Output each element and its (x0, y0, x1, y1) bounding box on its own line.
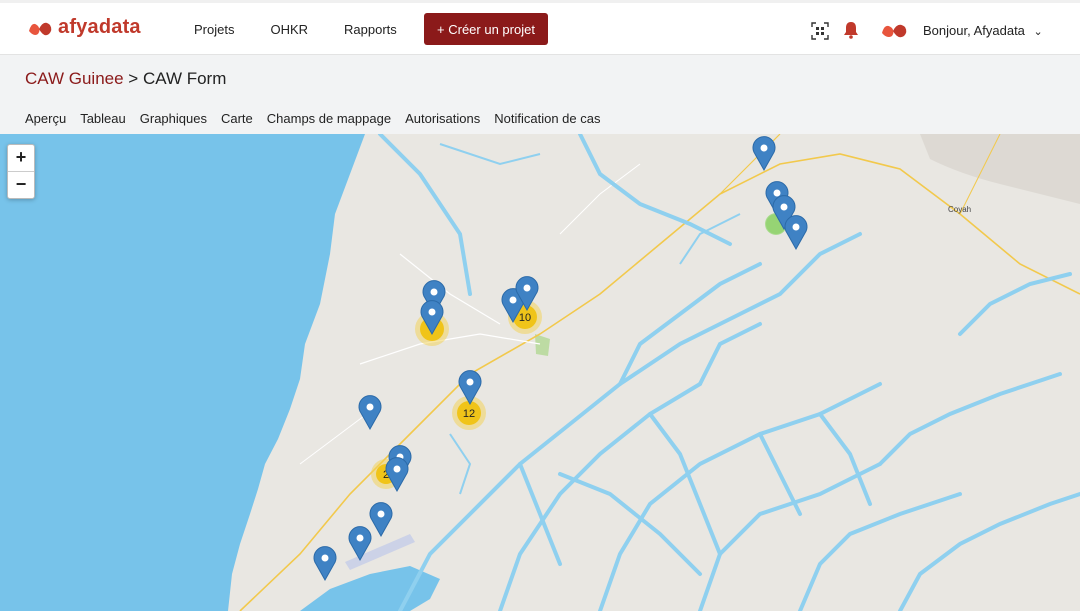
tab-notification-de-cas[interactable]: Notification de cas (494, 111, 600, 126)
zoom-in-button[interactable]: + (8, 145, 34, 171)
breadcrumb: CAW Guinee > CAW Form (25, 69, 226, 89)
svg-text:12: 12 (463, 408, 475, 420)
breadcrumb-project-link[interactable]: CAW Guinee (25, 69, 124, 88)
brand-name: afyadata (58, 16, 141, 38)
map-view[interactable]: 10 12 2 Coyah + − (0, 134, 1080, 611)
nav-ohkr[interactable]: OHKR (270, 22, 308, 37)
afyadata-logo-icon (29, 22, 52, 35)
create-project-button[interactable]: + Créer un projet (424, 13, 548, 45)
nav-projets[interactable]: Projets (194, 22, 234, 37)
qr-scan-icon[interactable] (811, 22, 829, 40)
svg-text:10: 10 (519, 312, 531, 324)
tab-carte[interactable]: Carte (221, 111, 253, 126)
zoom-out-button[interactable]: − (8, 171, 34, 198)
map-canvas[interactable]: 10 12 2 Coyah (0, 134, 1080, 611)
avatar[interactable] (879, 19, 909, 41)
top-navbar: afyadata Projets OHKR Rapports + Créer u… (0, 0, 1080, 55)
brand-logo[interactable]: afyadata (26, 16, 141, 39)
tab-tableau[interactable]: Tableau (80, 111, 126, 126)
main-nav: Projets OHKR Rapports (194, 22, 433, 37)
user-greeting: Bonjour, Afyadata (923, 23, 1025, 38)
chevron-down-icon: ⌄ (1033, 26, 1043, 38)
user-menu[interactable]: Bonjour, Afyadata ⌄ (923, 23, 1043, 38)
form-tabs: Aperçu Tableau Graphiques Carte Champs d… (25, 111, 614, 126)
tab-champs-de-mappage[interactable]: Champs de mappage (267, 111, 391, 126)
zoom-control: + − (7, 144, 35, 199)
bell-icon[interactable] (843, 21, 859, 39)
breadcrumb-current: CAW Form (142, 69, 227, 88)
page-header: CAW Guinee > CAW Form Aperçu Tableau Gra… (0, 55, 1080, 134)
nav-rapports[interactable]: Rapports (344, 22, 397, 37)
place-label-coyah: Coyah (948, 205, 971, 214)
tab-graphiques[interactable]: Graphiques (140, 111, 207, 126)
tab-apercu[interactable]: Aperçu (25, 111, 66, 126)
tab-autorisations[interactable]: Autorisations (405, 111, 480, 126)
breadcrumb-separator: > (123, 69, 143, 88)
